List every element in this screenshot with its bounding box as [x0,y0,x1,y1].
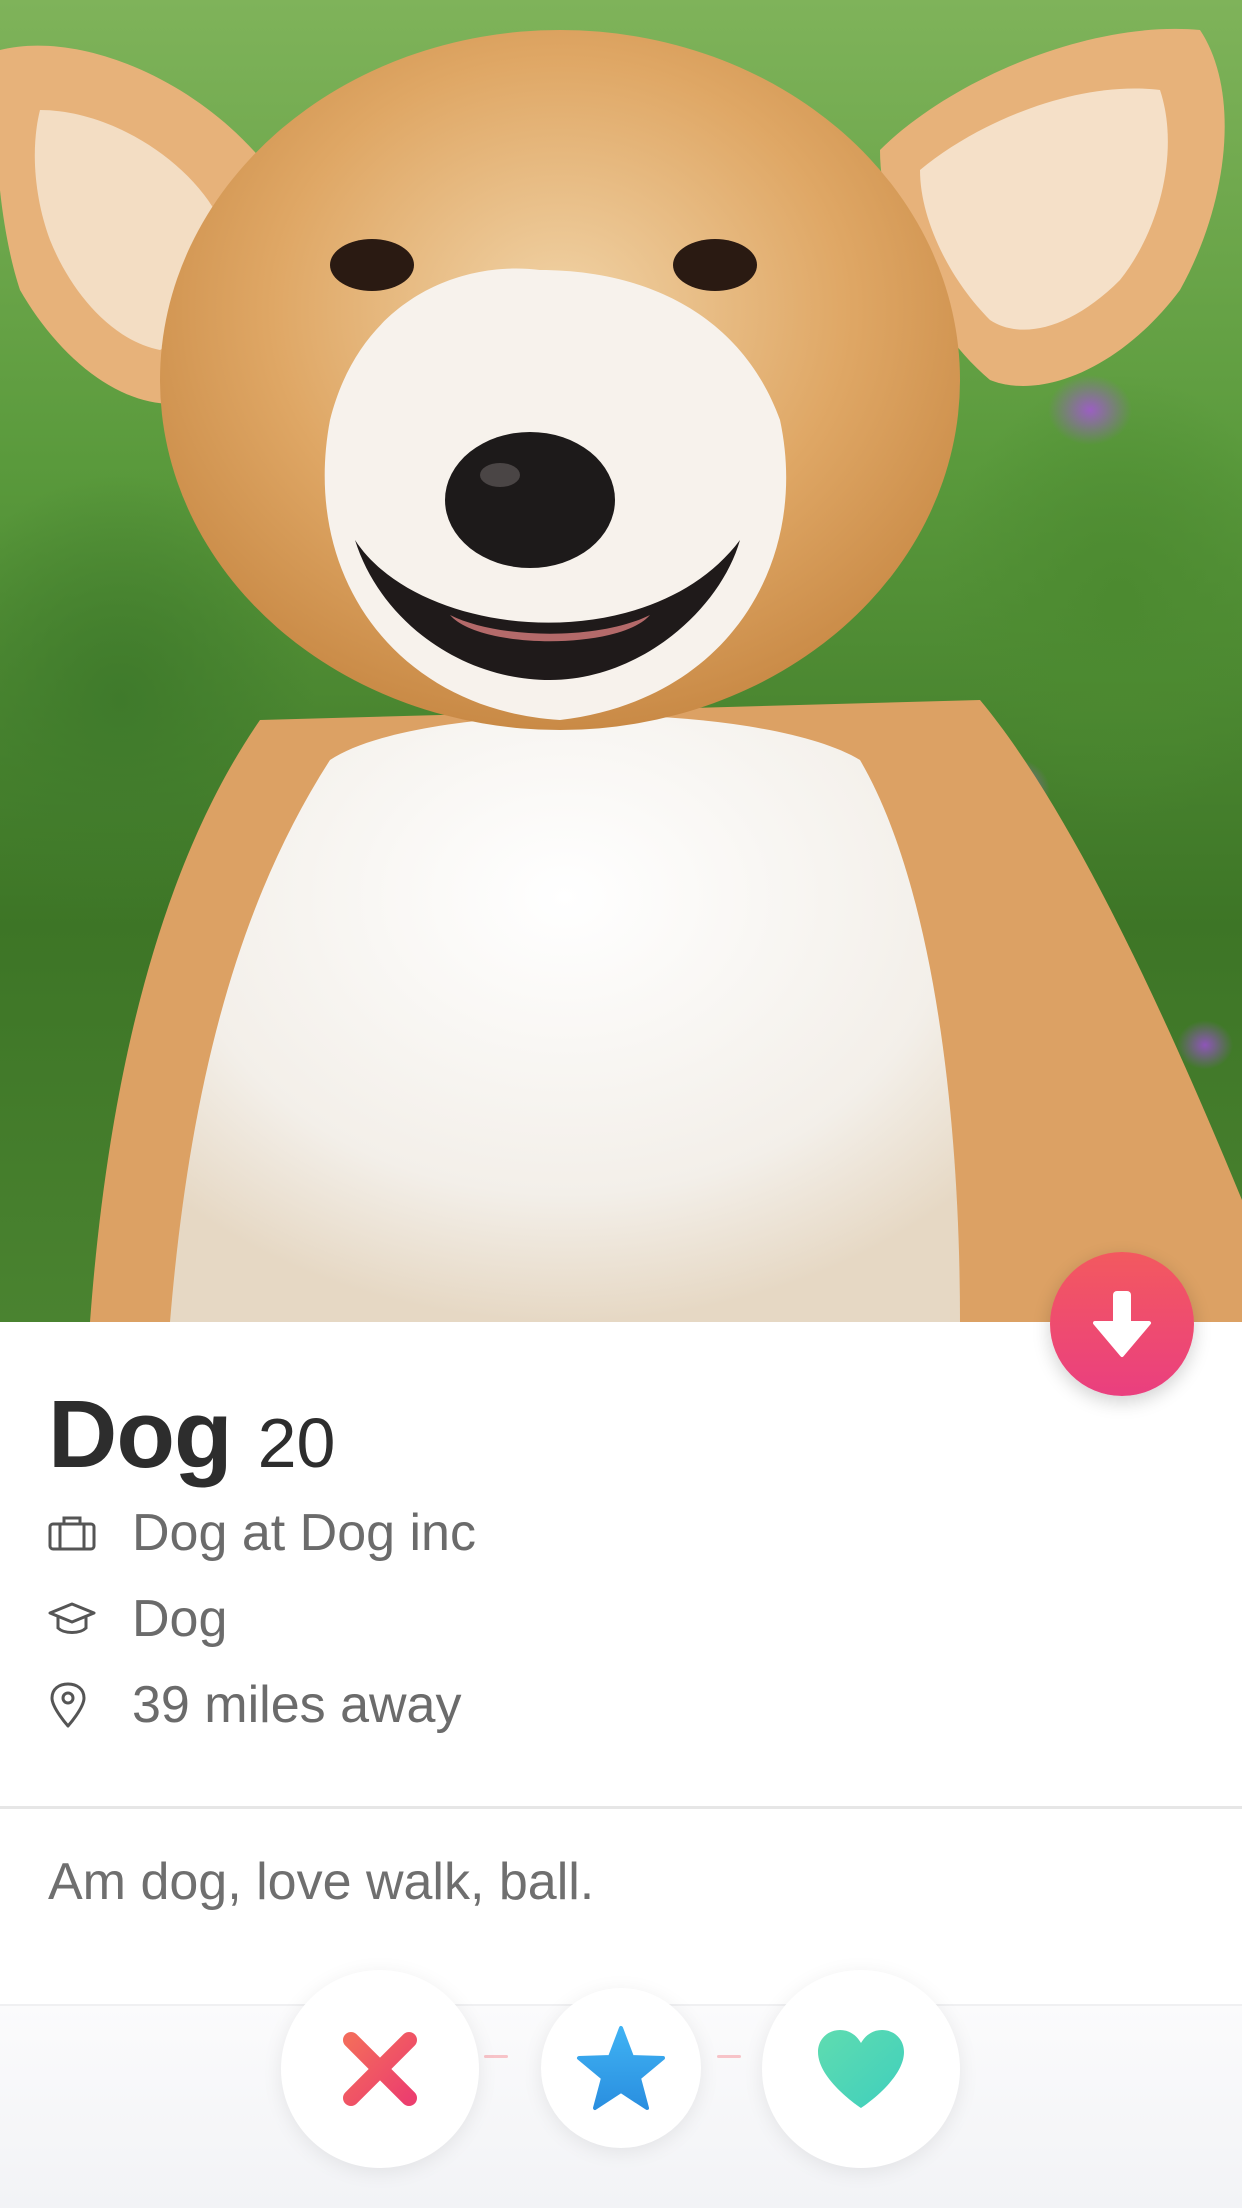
like-button[interactable] [762,1970,960,2168]
distance-row: 39 miles away [48,1662,1198,1748]
profile-photo[interactable] [0,0,1242,1322]
location-pin-icon [48,1680,112,1730]
profile-name: Dog [48,1381,233,1488]
star-icon [577,2026,665,2110]
section-divider [0,1806,1242,1809]
profile-info: Dog 20 Dog at Dog inc Dog 39 miles away [48,1380,1198,1748]
super-like-button[interactable] [541,1988,701,2148]
distance-text: 39 miles away [132,1676,462,1734]
school-row: Dog [48,1576,1198,1662]
job-text: Dog at Dog inc [132,1504,476,1562]
divider-dash [717,2055,741,2058]
job-row: Dog at Dog inc [48,1490,1198,1576]
briefcase-icon [48,1508,112,1558]
profile-bio: Am dog, love walk, ball. [48,1853,595,1911]
arrow-down-icon [1093,1291,1151,1357]
school-text: Dog [132,1590,228,1648]
heart-icon [818,2030,904,2108]
name-age-row: Dog 20 [48,1380,1198,1490]
graduation-cap-icon [48,1594,112,1644]
divider-dash [484,2055,508,2058]
profile-age: 20 [257,1404,336,1482]
x-icon [343,2032,417,2106]
nope-button[interactable] [281,1970,479,2168]
profile-screen: Dog 20 Dog at Dog inc Dog 39 miles away … [0,0,1242,2208]
dog-photo-illustration [0,28,1242,1322]
collapse-profile-button[interactable] [1050,1252,1194,1396]
